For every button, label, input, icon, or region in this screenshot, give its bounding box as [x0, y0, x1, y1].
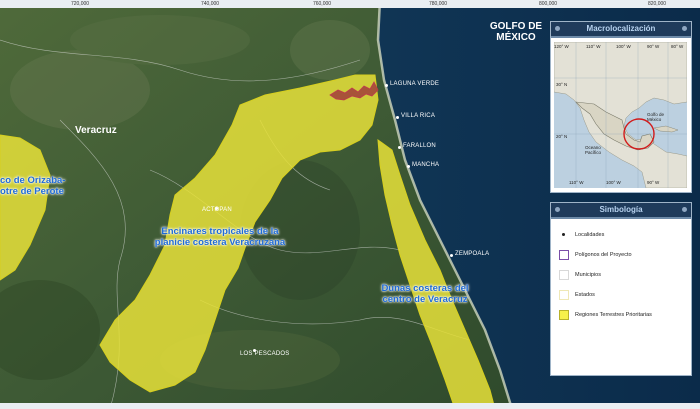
coord-label: 720,000: [70, 1, 90, 7]
legend-panel: Simbología Localidades Polígonos del Pro…: [550, 202, 692, 376]
locality-dot: [385, 84, 388, 87]
place-zempoala: ZEMPOALA: [455, 251, 490, 257]
legend-label: Estados: [575, 292, 595, 298]
state-outline-icon: [559, 290, 569, 300]
gulf-label: GOLFO DE MÉXICO: [489, 21, 543, 43]
place-actopan: ACTOPAN: [202, 207, 232, 213]
place-los-pescados: LOS PESCADOS: [240, 351, 290, 357]
panel-knob-icon: [682, 26, 687, 31]
legend-item-localidades: Localidades: [559, 225, 685, 245]
panel-knob-icon: [682, 207, 687, 212]
region-label-encinares: Encinares tropicales de la planicie cost…: [154, 226, 286, 248]
coord-label: 760,000: [312, 1, 332, 7]
minimap-lon-label: 90° W: [647, 180, 660, 185]
coordinate-bar: 720,000 740,000 760,000 780,000 800,000 …: [0, 0, 700, 8]
locality-dot: [450, 254, 453, 257]
locality-dot-icon: [559, 230, 569, 240]
panel-title: Macrolocalización: [586, 24, 656, 33]
legend-label: Localidades: [575, 232, 605, 238]
minimap-lon-label: 100° W: [616, 44, 631, 49]
minimap-lat-label: 20° N: [556, 134, 568, 139]
legend-list: Localidades Polígonos del Proyecto Munic…: [559, 225, 685, 325]
minimap-gulf-label: Golfo de México: [647, 112, 665, 122]
coord-label: 780,000: [428, 1, 448, 7]
minimap-lat-label: 30° N: [556, 82, 568, 87]
bottom-frame: [0, 403, 700, 409]
coord-label: 800,000: [538, 1, 558, 7]
map-layout: 720,000 740,000 760,000 780,000 800,000 …: [0, 0, 700, 409]
legend-label: Polígonos del Proyecto: [575, 252, 632, 258]
legend-item-rtp: Regiones Terrestres Prioritarias: [559, 305, 685, 325]
municipality-outline-icon: [559, 270, 569, 280]
legend-item-poligonos: Polígonos del Proyecto: [559, 245, 685, 265]
legend-item-estados: Estados: [559, 285, 685, 305]
panel-header: Macrolocalización: [551, 22, 691, 38]
panel-header: Simbología: [551, 203, 691, 219]
legend-label: Regiones Terrestres Prioritarias: [575, 312, 652, 318]
coord-label: 820,000: [647, 1, 667, 7]
locality-dot: [407, 165, 410, 168]
region-label-orizaba: co de Orizaba- otre de Perote: [0, 175, 66, 197]
place-villa-rica: VILLA RICA: [401, 113, 436, 119]
place-farallon: FARALLON: [403, 143, 436, 149]
macrolocalization-panel: Macrolocalización 120° W 110° W 100° W 9…: [550, 21, 692, 193]
coord-label: 740,000: [200, 1, 220, 7]
legend-item-municipios: Municipios: [559, 265, 685, 285]
minimap-ocean-label: Oceano Pacífico: [585, 145, 602, 155]
minimap-lon-label: 120° W: [554, 44, 569, 49]
priority-region-fill-icon: [559, 310, 569, 320]
state-label: Veracruz: [75, 125, 117, 136]
minimap-lon-label: 100° W: [606, 180, 621, 185]
minimap-lon-label: 110° W: [586, 44, 601, 49]
polygon-outline-icon: [559, 250, 569, 260]
region-label-dunas: Dunas costeras del centro de Veracruz: [381, 283, 469, 305]
locality-dot: [398, 146, 401, 149]
legend-label: Municipios: [575, 272, 601, 278]
locality-dot: [396, 116, 399, 119]
minimap-lon-label: 80° W: [671, 44, 684, 49]
place-laguna-verde: LAGUNA VERDE: [390, 81, 440, 87]
minimap-lon-label: 90° W: [647, 44, 660, 49]
minimap-lon-label: 110° W: [569, 180, 584, 185]
panel-title: Simbología: [599, 205, 643, 214]
place-mancha: MANCHA: [412, 162, 440, 168]
